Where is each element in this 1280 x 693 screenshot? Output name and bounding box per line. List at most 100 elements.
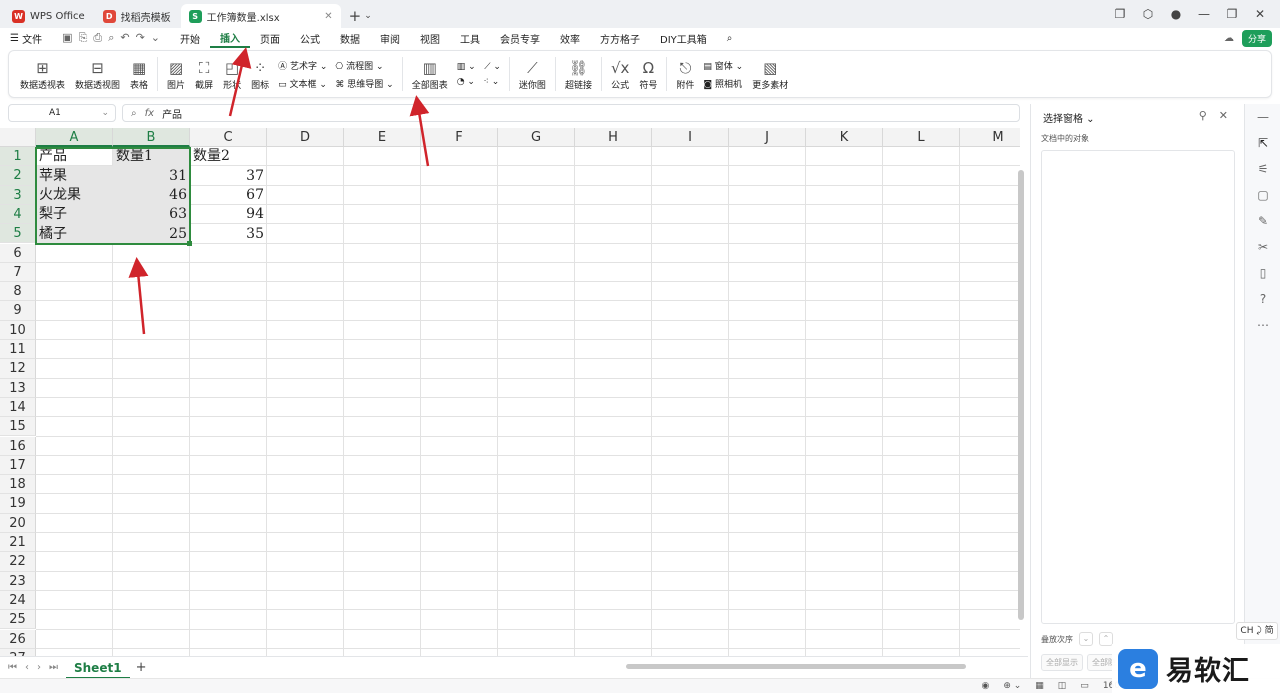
save-icon[interactable]: ▣ <box>62 31 72 45</box>
format-icon[interactable]: ▢ <box>1245 182 1280 208</box>
undo-icon[interactable]: ↶ <box>120 31 129 45</box>
column-header-c[interactable]: C <box>190 128 267 147</box>
chevron-down-icon[interactable]: ⌄ <box>101 108 109 118</box>
eye-icon[interactable]: ◉ <box>981 681 989 691</box>
textbox-button[interactable]: ▭ 文本框 ⌄ <box>278 77 327 90</box>
next-sheet-icon[interactable]: › <box>37 662 41 673</box>
row-header-3[interactable]: 3 <box>0 185 36 205</box>
row-header-22[interactable]: 22 <box>0 552 36 572</box>
pivot-chart-button[interactable]: ⊟ 数据透视图 <box>70 52 125 96</box>
row-header-9[interactable]: 9 <box>0 301 36 321</box>
row-header-25[interactable]: 25 <box>0 610 36 630</box>
tab-wps-office[interactable]: W WPS Office <box>4 4 93 28</box>
zoom-icon[interactable]: ⌕ <box>131 108 137 119</box>
column-header-m[interactable]: M <box>960 128 1020 147</box>
horizontal-scrollbar[interactable] <box>610 664 1010 670</box>
menu-diy-toolbox[interactable]: DIY工具箱 <box>650 28 717 48</box>
menu-fangfang[interactable]: 方方格子 <box>590 28 650 48</box>
cell-c2[interactable]: 37 <box>190 167 267 186</box>
tab-docer-templates[interactable]: D 找稻壳模板 <box>95 4 179 28</box>
flowchart-button[interactable]: ⎔ 流程图 ⌄ <box>335 59 393 72</box>
fill-handle[interactable] <box>187 241 192 246</box>
column-header-k[interactable]: K <box>806 128 883 147</box>
select-all-corner[interactable] <box>0 128 36 147</box>
menu-page[interactable]: 页面 <box>250 28 290 48</box>
vertical-scrollbar[interactable] <box>1018 150 1026 620</box>
cell-a1[interactable]: 产品 <box>36 147 113 166</box>
search-icon[interactable]: ⌕ <box>717 28 743 48</box>
picture-button[interactable]: ▨ 图片 <box>162 52 190 96</box>
cell-b4[interactable]: 63 <box>113 205 190 224</box>
cloud-icon[interactable]: ☁ <box>1224 33 1234 44</box>
column-header-j[interactable]: J <box>729 128 806 147</box>
table-button[interactable]: ▦ 表格 <box>125 52 153 96</box>
objects-list[interactable] <box>1041 150 1235 624</box>
pane-title[interactable]: 选择窗格 ⌄ <box>1043 110 1095 125</box>
screenshot-button[interactable]: ⛶ 截屏 <box>190 52 218 96</box>
menu-tools[interactable]: 工具 <box>450 28 490 48</box>
close-window-icon[interactable]: ✕ <box>1248 7 1272 21</box>
normal-view-icon[interactable]: ▦ <box>1035 681 1044 691</box>
close-tab-icon[interactable]: ✕ <box>324 11 332 22</box>
redo-icon[interactable]: ↷ <box>136 31 145 45</box>
show-all-button[interactable]: 全部显示 <box>1041 654 1083 671</box>
cell-c3[interactable]: 67 <box>190 186 267 205</box>
cell-a3[interactable]: 火龙果 <box>36 186 113 205</box>
row-header-6[interactable]: 6 <box>0 243 36 263</box>
row-header-26[interactable]: 26 <box>0 629 36 649</box>
art-text-button[interactable]: Ⓐ 艺术字 ⌄ <box>278 59 327 72</box>
cell-b2[interactable]: 31 <box>113 167 190 186</box>
select-cursor-icon[interactable]: ⇱ <box>1245 130 1280 156</box>
cell-c4[interactable]: 94 <box>190 205 267 224</box>
scrollbar-thumb[interactable] <box>1018 170 1024 620</box>
share-button[interactable]: 分享 <box>1241 29 1272 47</box>
name-box[interactable]: A1 ⌄ <box>8 104 116 122</box>
row-header-13[interactable]: 13 <box>0 378 36 398</box>
chevron-down-icon[interactable]: ⌄ <box>364 11 372 21</box>
menu-member[interactable]: 会员专享 <box>490 28 550 48</box>
cell-c1[interactable]: 数量2 <box>190 147 267 166</box>
more-material-button[interactable]: ▧ 更多素材 <box>747 52 793 96</box>
formula-button[interactable]: √x 公式 <box>606 52 634 96</box>
row-header-21[interactable]: 21 <box>0 533 36 553</box>
row-header-4[interactable]: 4 <box>0 204 36 225</box>
cell-a4[interactable]: 梨子 <box>36 205 113 224</box>
column-header-a[interactable]: A <box>36 128 113 147</box>
row-header-18[interactable]: 18 <box>0 475 36 495</box>
fx-icon[interactable]: fx <box>145 108 154 119</box>
row-header-20[interactable]: 20 <box>0 513 36 533</box>
cell-c5[interactable]: 35 <box>190 225 267 244</box>
column-header-g[interactable]: G <box>498 128 575 147</box>
row-header-5[interactable]: 5 <box>0 224 36 244</box>
export-icon[interactable]: ⎘ <box>79 31 88 45</box>
move-up-icon[interactable]: ⌃ <box>1099 632 1113 646</box>
column-chart-dropdown[interactable]: ▥ ⌄ ⟋ ⌄ <box>457 62 501 72</box>
pie-chart-dropdown[interactable]: ◔ ⌄ ⁖ ⌄ <box>457 77 501 87</box>
menu-formula[interactable]: 公式 <box>290 28 330 48</box>
menu-efficiency[interactable]: 效率 <box>550 28 590 48</box>
add-sheet-button[interactable]: + <box>130 660 153 675</box>
row-header-14[interactable]: 14 <box>0 397 36 418</box>
attachment-button[interactable]: ⎋ 附件 <box>671 52 699 96</box>
row-header-10[interactable]: 10 <box>0 320 36 340</box>
cell-a5[interactable]: 橘子 <box>36 225 113 244</box>
row-header-2[interactable]: 2 <box>0 166 36 186</box>
pin-icon[interactable]: ⚲ <box>1199 109 1207 122</box>
camera-button[interactable]: ◙ 照相机 <box>703 77 743 90</box>
crosshair-icon[interactable]: ⊕ ⌄ <box>1003 681 1021 691</box>
pivot-table-button[interactable]: ⊞ 数据透视表 <box>15 52 70 96</box>
row-header-27[interactable]: 27 <box>0 648 36 656</box>
avatar[interactable]: ● <box>1164 7 1188 21</box>
ime-indicator[interactable]: CH ⤸ 简 <box>1236 622 1278 640</box>
icon-button[interactable]: ⁘ 图标 <box>246 52 274 96</box>
tab-workbook[interactable]: S 工作簿数量.xlsx ✕ <box>180 4 341 28</box>
sparkline-button[interactable]: ⟋ 迷你图 <box>514 52 551 96</box>
row-header-7[interactable]: 7 <box>0 262 36 283</box>
formula-input[interactable]: ⌕ fx 产品 <box>122 104 1020 122</box>
book-icon[interactable]: ▯ <box>1245 260 1280 286</box>
prev-sheet-icon[interactable]: ‹ <box>25 662 29 673</box>
ai-icon[interactable]: ✎ <box>1245 208 1280 234</box>
help-icon[interactable]: ? <box>1245 286 1280 312</box>
column-header-d[interactable]: D <box>267 128 344 147</box>
sheet-tab-sheet1[interactable]: Sheet1 <box>66 656 130 679</box>
